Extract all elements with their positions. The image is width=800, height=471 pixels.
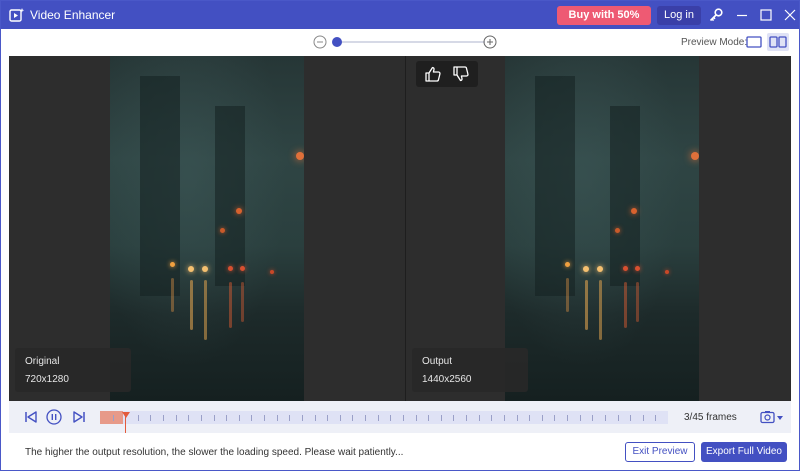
original-info-panel: Original 720x1280	[15, 348, 131, 392]
app-window: Video Enhancer Buy with 50% OFF Log in P…	[0, 0, 800, 471]
split-view-icon[interactable]	[767, 33, 789, 51]
original-resolution: 720x1280	[25, 374, 69, 385]
minimize-icon[interactable]	[734, 7, 750, 23]
maximize-icon[interactable]	[758, 7, 774, 23]
pause-icon[interactable]	[46, 409, 62, 425]
playhead-line	[125, 416, 126, 434]
footer-bar: The higher the output resolution, the sl…	[9, 433, 791, 469]
next-frame-icon[interactable]	[71, 409, 87, 425]
camera-icon[interactable]	[760, 410, 784, 424]
output-video-frame	[505, 56, 699, 401]
exit-preview-button[interactable]: Exit Preview	[625, 442, 695, 462]
app-logo-icon	[9, 8, 25, 22]
app-title: Video Enhancer	[30, 8, 116, 22]
timeline-bar: 3/45 frames	[9, 401, 791, 434]
preview-mode-label: Preview Mode:	[681, 37, 748, 48]
output-pane: Output 1440x2560	[406, 56, 791, 401]
thumbs-up-icon[interactable]	[424, 65, 442, 83]
previous-frame-icon[interactable]	[23, 409, 39, 425]
thumbs-down-icon[interactable]	[452, 65, 470, 83]
close-icon[interactable]	[782, 7, 798, 23]
login-button[interactable]: Log in	[657, 6, 701, 25]
output-label: Output	[422, 356, 453, 367]
title-bar: Video Enhancer Buy with 50% OFF Log in	[1, 1, 799, 40]
preview-area: Original 720x1280 Output 1440x2560	[9, 56, 791, 401]
original-video-frame	[110, 56, 304, 401]
original-pane: Original 720x1280	[9, 56, 405, 401]
original-label: Original	[25, 356, 60, 367]
zoom-slider-thumb[interactable]	[332, 37, 342, 47]
key-icon[interactable]	[707, 6, 725, 24]
frame-ticks	[113, 415, 656, 421]
output-info-panel: Output 1440x2560	[412, 348, 528, 392]
output-resolution: 1440x2560	[422, 374, 472, 385]
preview-toolbar: Preview Mode:	[9, 29, 791, 56]
playhead-marker[interactable]	[122, 412, 130, 418]
zoom-out-icon[interactable]	[313, 35, 327, 49]
single-view-icon[interactable]	[745, 33, 763, 51]
frame-timeline-track[interactable]	[100, 411, 668, 434]
buy-discount-button[interactable]: Buy with 50% OFF	[557, 6, 651, 40]
zoom-in-icon[interactable]	[483, 35, 497, 49]
feedback-panel	[416, 61, 478, 87]
dropdown-arrow-icon	[777, 416, 783, 420]
frame-counter: 3/45 frames	[684, 412, 737, 423]
loading-notice: The higher the output resolution, the sl…	[25, 447, 404, 458]
export-full-video-button[interactable]: Export Full Video	[701, 442, 787, 462]
zoom-slider-track[interactable]	[337, 41, 485, 43]
